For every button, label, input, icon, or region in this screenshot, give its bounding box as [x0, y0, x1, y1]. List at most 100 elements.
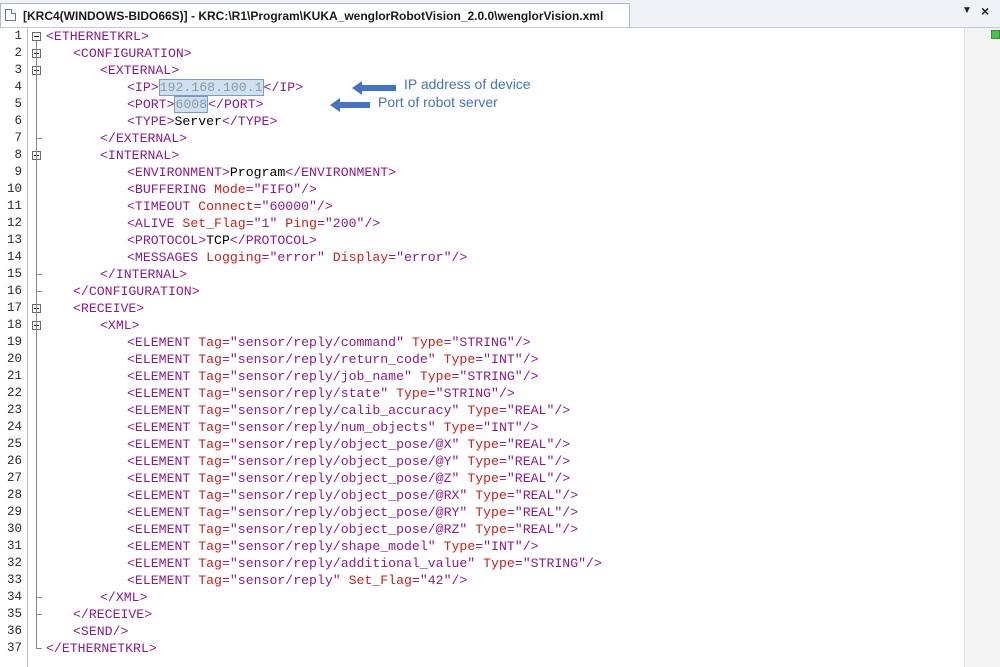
code-token: <ENVIRONMENT>	[127, 165, 230, 180]
code-area[interactable]: <ETHERNETKRL> <CONFIGURATION> <EXTERNAL> <I…	[46, 28, 966, 667]
code-line[interactable]: <PROTOCOL>TCP</PROTOCOL>	[127, 232, 317, 249]
code-line[interactable]: <XML>	[100, 317, 140, 334]
code-token: Display	[332, 250, 389, 265]
code-line[interactable]: <ELEMENT Tag="sensor/reply/object_pose/@…	[127, 504, 578, 521]
code-line[interactable]: <BUFFERING Mode="FIFO"/>	[127, 181, 317, 198]
status-indicator-icon	[991, 30, 1000, 39]
line-number: 16	[6, 284, 22, 298]
code-token: ="42"	[411, 573, 452, 588]
code-token: ="sensor/reply"	[221, 573, 349, 588]
code-token: Tag	[198, 335, 222, 350]
line-number: 15	[6, 267, 22, 281]
code-token: Tag	[198, 488, 222, 503]
code-line[interactable]: <ENVIRONMENT>Program</ENVIRONMENT>	[127, 164, 396, 181]
code-token: Tag	[198, 352, 222, 367]
code-editor[interactable]: 1 2 3 4 5 6 7 8 9 10 11 12 13 14 15 16 17 18 19 20 21 22 23 24 2…	[0, 28, 1000, 667]
code-token: />	[586, 556, 602, 571]
code-line[interactable]: <ELEMENT Tag="sensor/reply/additional_va…	[127, 555, 602, 572]
code-token: TCP	[206, 233, 230, 248]
code-line[interactable]: <EXTERNAL>	[100, 62, 179, 79]
ip-annotation: IP address of device	[404, 76, 531, 92]
close-icon[interactable]: ×	[981, 3, 989, 19]
code-token: Type	[483, 556, 515, 571]
code-token: Tag	[198, 522, 222, 537]
code-token: Program	[229, 165, 286, 180]
code-token: <TIMEOUT	[127, 199, 199, 214]
code-line[interactable]: <ELEMENT Tag="sensor/reply/object_pose/@…	[127, 436, 570, 453]
code-token: />	[522, 420, 539, 435]
code-token: Tag	[198, 437, 222, 452]
code-token: />	[562, 488, 579, 503]
code-line[interactable]: </CONFIGURATION>	[73, 283, 200, 300]
line-number: 12	[6, 216, 22, 230]
code-line[interactable]: <ELEMENT Tag="sensor/reply/object_pose/@…	[127, 453, 570, 470]
fold-end-marker	[36, 614, 42, 615]
chevron-down-icon[interactable]: ▼	[962, 5, 972, 16]
code-line[interactable]: <TIMEOUT Connect="60000"/>	[127, 198, 333, 215]
code-token: <BUFFERING	[127, 182, 215, 197]
line-number: 14	[6, 250, 22, 264]
code-token: <SEND/>	[73, 624, 129, 639]
line-number: 37	[6, 641, 22, 655]
code-token: ="60000"	[253, 199, 317, 214]
code-line[interactable]: <TYPE>Server</TYPE>	[127, 113, 277, 130]
line-number: 3	[14, 63, 22, 77]
code-token: ="sensor/reply/shape_model"	[221, 539, 444, 554]
code-line[interactable]: <ELEMENT Tag="sensor/reply/job_name" Typ…	[127, 368, 539, 385]
code-token: ="REAL"	[506, 505, 563, 520]
code-line[interactable]: <IP>192.168.100.1</IP>	[127, 79, 303, 96]
code-token: />	[301, 182, 317, 197]
code-token: ="REAL"	[498, 403, 555, 418]
code-line[interactable]: <ELEMENT Tag="sensor/reply" Set_Flag="42…	[127, 572, 467, 589]
fold-margin	[28, 28, 44, 667]
code-token: Tag	[198, 386, 222, 401]
code-line[interactable]: <RECEIVE>	[73, 300, 144, 317]
code-token: </XML>	[100, 590, 148, 605]
line-number: 8	[14, 148, 22, 162]
code-token: Tag	[198, 403, 222, 418]
code-token: Tag	[198, 505, 222, 520]
code-token: Tag	[198, 539, 222, 554]
line-number: 11	[6, 199, 22, 213]
code-token: ="INT"	[475, 420, 523, 435]
code-line[interactable]: <ELEMENT Tag="sensor/reply/num_objects" …	[127, 419, 539, 436]
code-line[interactable]: <ALIVE Set_Flag="1" Ping="200"/>	[127, 215, 380, 232]
line-number: 36	[6, 624, 22, 638]
code-line[interactable]: </ETHERNETKRL>	[46, 640, 157, 657]
code-line[interactable]: <MESSAGES Logging="error" Display="error…	[127, 249, 467, 266]
code-line[interactable]: </INTERNAL>	[100, 266, 187, 283]
code-token: <INTERNAL>	[100, 148, 180, 163]
line-number: 25	[6, 437, 22, 451]
code-token: ="1"	[245, 216, 286, 231]
code-line[interactable]: <PORT>6008</PORT>	[127, 96, 264, 113]
code-token: ="error"	[388, 250, 452, 265]
code-token: ="sensor/reply/object_pose/@Z"	[221, 471, 468, 486]
code-line[interactable]: <ELEMENT Tag="sensor/reply/command" Type…	[127, 334, 531, 351]
code-line[interactable]: <ETHERNETKRL>	[46, 28, 149, 45]
overview-ruler	[964, 28, 1000, 667]
code-line[interactable]: <SEND/>	[73, 623, 128, 640]
code-line[interactable]: <ELEMENT Tag="sensor/reply/shape_model" …	[127, 538, 539, 555]
code-line[interactable]: <ELEMENT Tag="sensor/reply/calib_accurac…	[127, 402, 570, 419]
code-line[interactable]: <CONFIGURATION>	[73, 45, 192, 62]
code-token: Tag	[198, 573, 222, 588]
code-line[interactable]: <ELEMENT Tag="sensor/reply/object_pose/@…	[127, 470, 570, 487]
code-line[interactable]: </EXTERNAL>	[100, 130, 187, 147]
code-line[interactable]: </XML>	[100, 589, 147, 606]
code-line[interactable]: <ELEMENT Tag="sensor/reply/object_pose/@…	[127, 521, 578, 538]
fold-guide	[36, 41, 37, 648]
fold-end-marker	[36, 138, 42, 139]
document-tab[interactable]: [KRC4(WINDOWS-BIDO66S)] - KRC:\R1\Progra…	[0, 3, 630, 27]
code-token: <ELEMENT	[127, 573, 199, 588]
code-token: ="REAL"	[506, 522, 563, 537]
line-number: 35	[6, 607, 22, 621]
code-line[interactable]: <ELEMENT Tag="sensor/reply/object_pose/@…	[127, 487, 578, 504]
fold-toggle-icon[interactable]	[32, 32, 41, 41]
code-line[interactable]: </RECEIVE>	[73, 606, 152, 623]
code-line[interactable]: <ELEMENT Tag="sensor/reply/return_code" …	[127, 351, 539, 368]
code-line[interactable]: <ELEMENT Tag="sensor/reply/state" Type="…	[127, 385, 515, 402]
code-token: Type	[443, 539, 476, 554]
code-token: ="sensor/reply/job_name"	[221, 369, 420, 384]
code-token: Connect	[198, 199, 254, 214]
code-line[interactable]: <INTERNAL>	[100, 147, 179, 164]
